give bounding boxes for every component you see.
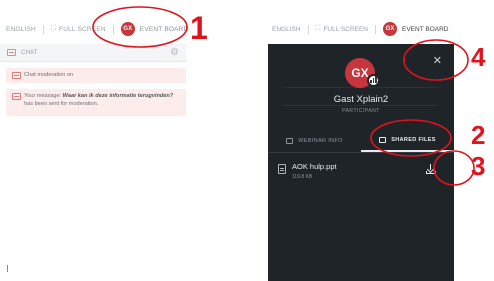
annotation-number: 2 xyxy=(471,120,486,150)
highlight-ellipse-shared-files xyxy=(370,119,452,157)
highlight-ellipse-download xyxy=(433,150,475,186)
highlight-ellipse-close xyxy=(403,39,469,81)
annotation-number: 3 xyxy=(471,151,486,181)
annotation-overlay xyxy=(92,6,475,186)
highlight-ellipse-event-board xyxy=(92,6,188,48)
annotation-number: 4 xyxy=(471,42,486,72)
annotation-number: 1 xyxy=(190,10,208,46)
